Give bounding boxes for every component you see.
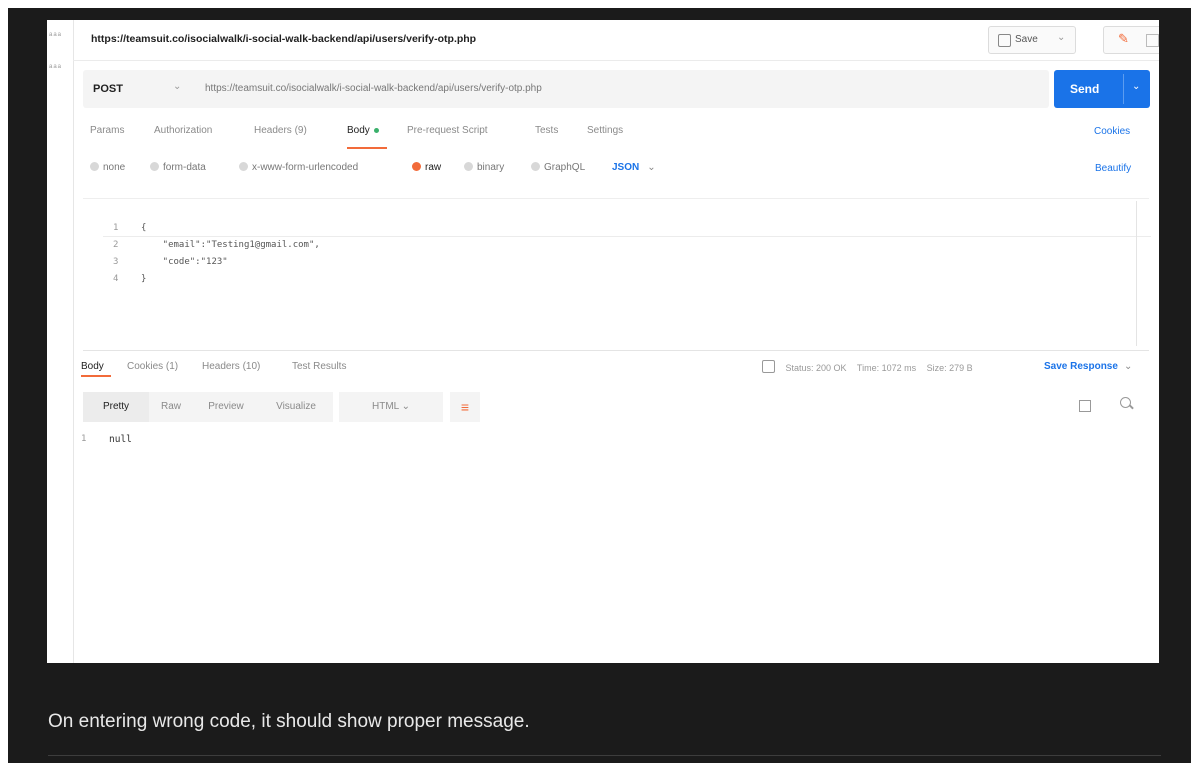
radio-icon [464, 162, 473, 171]
editor-scrollbar[interactable] [1136, 201, 1146, 346]
chevron-down-icon[interactable]: ⌄ [173, 81, 181, 92]
tab-body[interactable]: Body [347, 125, 379, 136]
response-format-select[interactable]: HTML ⌄ [339, 392, 443, 422]
radio-raw[interactable]: raw [412, 162, 441, 173]
active-tab-underline [347, 147, 387, 149]
active-dot-icon [373, 127, 379, 133]
body-format-select[interactable]: JSON ⌄ [612, 162, 656, 173]
chevron-down-icon: ⌄ [1123, 361, 1133, 372]
save-response-button[interactable]: Save Response ⌄ [1044, 361, 1132, 372]
code-line: } [141, 274, 147, 284]
chevron-down-icon[interactable]: ⌄ [1057, 32, 1065, 43]
response-tab-test-results[interactable]: Test Results [292, 361, 346, 372]
tab-settings[interactable]: Settings [587, 125, 623, 136]
radio-none[interactable]: none [90, 162, 125, 173]
response-line-number: 1 [81, 434, 87, 444]
line-number: 4 [113, 274, 119, 284]
radio-selected-icon [412, 162, 421, 171]
response-format-label: HTML [371, 401, 399, 412]
response-tab-headers[interactable]: Headers (10) [202, 361, 260, 372]
radio-graphql-label: GraphQL [544, 162, 586, 173]
chevron-down-icon[interactable]: ⌄ [1132, 81, 1140, 92]
view-raw[interactable]: Raw [149, 392, 193, 422]
request-tab-bar: https://teamsuit.co/isocialwalk/i-social… [73, 20, 1159, 61]
save-button[interactable]: Save ⌄ [988, 26, 1076, 54]
radio-binary[interactable]: binary [464, 162, 504, 173]
view-preview[interactable]: Preview [193, 392, 259, 422]
copy-icon[interactable] [1079, 400, 1091, 412]
cookies-link[interactable]: Cookies [1094, 126, 1130, 137]
view-pretty[interactable]: Pretty [83, 392, 149, 422]
pencil-icon[interactable]: ✎ [1118, 31, 1129, 47]
response-divider[interactable] [83, 350, 1149, 351]
response-body-content: null [109, 434, 132, 445]
response-size[interactable]: Size: 279 B [927, 363, 973, 373]
radio-form-data-label: form-data [163, 162, 206, 173]
tab-pre-request-script[interactable]: Pre-request Script [407, 125, 488, 136]
active-response-tab-underline [81, 375, 111, 377]
divider [48, 755, 1161, 756]
code-line: "code":"123" [141, 257, 228, 267]
wrap-lines-icon[interactable]: ≡ [450, 392, 480, 422]
url-input[interactable]: https://teamsuit.co/isocialwalk/i-social… [205, 83, 542, 94]
request-tab-title[interactable]: https://teamsuit.co/isocialwalk/i-social… [91, 33, 476, 45]
chevron-down-icon: ⌄ [401, 401, 411, 412]
save-icon [998, 34, 1011, 47]
response-status: Status: 200 OK Time: 1072 ms Size: 279 B [762, 360, 981, 373]
line-number: 1 [113, 223, 119, 233]
tab-tests[interactable]: Tests [535, 125, 558, 136]
response-time[interactable]: Time: 1072 ms [857, 363, 916, 373]
body-format-label: JSON [612, 162, 640, 173]
sidebar-gutter: aaa aaa [47, 20, 74, 663]
globe-icon[interactable] [762, 360, 775, 373]
radio-graphql[interactable]: GraphQL [531, 162, 585, 173]
method-select[interactable]: POST [93, 83, 123, 95]
radio-icon [90, 162, 99, 171]
post-caption: On entering wrong code, it should show p… [48, 711, 530, 732]
radio-icon [150, 162, 159, 171]
radio-icon [239, 162, 248, 171]
radio-urlencoded[interactable]: x-www-form-urlencoded [239, 162, 358, 173]
request-body-editor[interactable]: 1 2 3 4 { "email":"Testing1@gmail.com", … [83, 198, 1151, 349]
tab-params[interactable]: Params [90, 125, 124, 136]
beautify-link[interactable]: Beautify [1095, 163, 1131, 174]
request-bar: POST ⌄ https://teamsuit.co/isocialwalk/i… [83, 70, 1049, 108]
line-number: 2 [113, 240, 119, 250]
send-button[interactable]: Send ⌄ [1054, 70, 1150, 108]
tab-body-label: Body [347, 125, 370, 136]
save-label: Save [1015, 34, 1038, 45]
radio-icon [531, 162, 540, 171]
radio-none-label: none [103, 162, 126, 173]
view-visualize[interactable]: Visualize [259, 392, 333, 422]
radio-urlencoded-label: x-www-form-urlencoded [252, 162, 359, 173]
status-code[interactable]: Status: 200 OK [786, 363, 847, 373]
code-line: "email":"Testing1@gmail.com", [141, 240, 320, 250]
gutter-label-a: aaa [49, 32, 63, 38]
chevron-down-icon: ⌄ [647, 162, 656, 173]
send-label: Send [1070, 82, 1100, 96]
response-tab-body[interactable]: Body [81, 361, 104, 372]
current-line-highlight [103, 236, 1151, 237]
save-response-label: Save Response [1044, 361, 1118, 372]
gutter-label-b: aaa [49, 64, 63, 70]
postman-screenshot: aaa aaa https://teamsuit.co/isocialwalk/… [47, 20, 1159, 663]
line-number: 3 [113, 257, 119, 267]
tab-authorization[interactable]: Authorization [154, 125, 212, 136]
search-icon[interactable] [1120, 397, 1131, 408]
radio-raw-label: raw [425, 162, 442, 173]
response-tab-cookies[interactable]: Cookies (1) [127, 361, 178, 372]
radio-binary-label: binary [477, 162, 505, 173]
toolbar-icons: ✎ [1103, 26, 1159, 54]
tab-headers[interactable]: Headers (9) [254, 125, 307, 136]
code-line: { [141, 223, 147, 233]
document-icon[interactable] [1146, 34, 1159, 47]
send-divider [1123, 74, 1124, 104]
radio-form-data[interactable]: form-data [150, 162, 206, 173]
